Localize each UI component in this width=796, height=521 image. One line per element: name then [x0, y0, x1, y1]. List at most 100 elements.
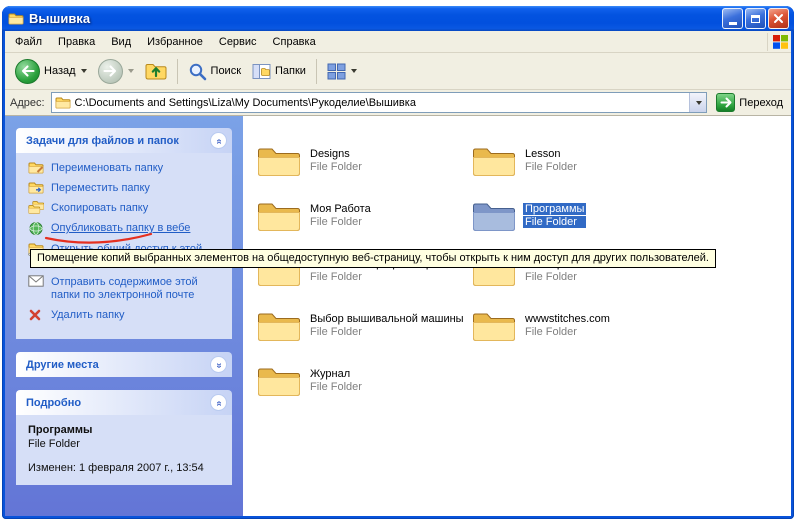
address-input[interactable]: C:\Documents and Settings\Liza\My Docume… — [75, 97, 686, 109]
details-item-modified: Изменен: 1 февраля 2007 г., 13:54 — [28, 461, 226, 475]
address-bar: Адрес: C:\Documents and Settings\Liza\My… — [5, 90, 791, 116]
folder-icon — [472, 199, 516, 233]
go-label: Переход — [739, 97, 783, 109]
folder-icon — [257, 309, 301, 343]
folder-icon — [257, 364, 301, 398]
folder-name: Программы — [523, 203, 586, 215]
folder-type: File Folder — [523, 161, 579, 173]
task-label: Переименовать папку — [51, 162, 163, 175]
folder-grid: Designs File Folder Lesson File Folder М… — [257, 133, 791, 408]
chevron-down-icon: » — [214, 362, 224, 367]
folder-type: File Folder — [308, 326, 466, 338]
task-item[interactable]: Опубликовать папку в вебе — [28, 222, 226, 236]
chevron-up-icon: « — [214, 138, 224, 143]
task-label: Опубликовать папку в вебе — [51, 222, 190, 235]
folder-type: File Folder — [523, 271, 599, 283]
delete-icon — [28, 308, 45, 322]
task-item[interactable]: Скопировать папку — [28, 202, 226, 215]
other-places-panel: Другие места » — [16, 352, 232, 377]
folder-name: Designs — [308, 148, 364, 160]
views-dropdown-icon[interactable] — [351, 69, 357, 73]
title-bar[interactable]: Вышивка — [2, 6, 794, 31]
folder-type: File Folder — [523, 326, 612, 338]
back-icon — [15, 59, 40, 84]
back-button[interactable]: Назад — [10, 56, 92, 87]
desktop: Вышивка ФайлПравкаВидИзбранноеСервисСпра… — [0, 0, 796, 521]
search-button[interactable]: Поиск — [183, 59, 246, 84]
folder-tile[interactable]: wwwstitches.com File Folder — [472, 298, 612, 353]
folder-tile[interactable]: Выбор вышивальной машины File Folder — [257, 298, 466, 353]
folder-move-icon — [28, 181, 45, 194]
tooltip: Помещение копий выбранных элементов на о… — [30, 249, 716, 268]
details-item-name: Программы — [28, 424, 226, 436]
address-label: Адрес: — [10, 97, 45, 109]
file-folder-tasks-panel: Задачи для файлов и папок « Переименоват… — [16, 128, 232, 339]
folders-label: Папки — [275, 65, 306, 77]
task-item[interactable]: Переименовать папку — [28, 162, 226, 175]
views-button[interactable] — [322, 60, 362, 83]
folders-button[interactable]: Папки — [247, 60, 311, 83]
details-panel: Подробно « Программы File Folder Изменен… — [16, 390, 232, 485]
window-title: Вышивка — [29, 11, 717, 26]
folder-icon — [257, 144, 301, 178]
other-places-header[interactable]: Другие места » — [16, 352, 232, 377]
menu-item[interactable]: Сервис — [211, 32, 265, 52]
menu-item[interactable]: Вид — [103, 32, 139, 52]
task-item[interactable]: Переместить папку — [28, 182, 226, 195]
collapse-button[interactable]: « — [210, 394, 227, 411]
menu-bar: ФайлПравкаВидИзбранноеСервисСправка — [5, 31, 791, 53]
address-dropdown-button[interactable] — [689, 93, 706, 112]
close-button[interactable] — [768, 8, 789, 29]
folder-content-area[interactable]: Designs File Folder Lesson File Folder М… — [243, 116, 791, 516]
menu-item[interactable]: Справка — [265, 32, 324, 52]
folder-icon — [472, 309, 516, 343]
folder-tile[interactable]: Lesson File Folder — [472, 133, 579, 188]
forward-dropdown-icon[interactable] — [128, 69, 134, 73]
details-panel-body: Программы File Folder Изменен: 1 февраля… — [16, 415, 232, 485]
folder-name: wwwstitches.com — [523, 313, 612, 325]
folder-tile[interactable]: Журнал File Folder — [257, 353, 364, 408]
folder-type: File Folder — [308, 381, 364, 393]
task-label: Удалить папку — [51, 309, 125, 322]
folder-name: Выбор вышивальной машины — [308, 313, 466, 325]
maximize-icon — [751, 15, 760, 23]
up-folder-icon — [145, 61, 167, 81]
menu-item[interactable]: Избранное — [139, 32, 211, 52]
folder-icon — [257, 199, 301, 233]
folder-icon — [472, 144, 516, 178]
menu-item[interactable]: Правка — [50, 32, 103, 52]
views-icon — [327, 63, 346, 80]
folder-name: Моя Работа — [308, 203, 373, 215]
search-icon — [188, 62, 207, 81]
details-panel-header[interactable]: Подробно « — [16, 390, 232, 415]
tasks-panel-header[interactable]: Задачи для файлов и папок « — [16, 128, 232, 153]
details-item-type: File Folder — [28, 438, 226, 450]
window-body: ФайлПравкаВидИзбранноеСервисСправка Наза… — [5, 31, 791, 516]
task-item[interactable]: Отправить содержимое этой папки по элект… — [28, 276, 226, 302]
folder-tile[interactable]: Моя Работа File Folder — [257, 188, 373, 243]
windows-logo-icon — [767, 33, 789, 51]
go-button[interactable]: Переход — [713, 91, 786, 114]
folder-tile[interactable]: Программы File Folder — [472, 188, 586, 243]
menubar-items: ФайлПравкаВидИзбранноеСервисСправка — [7, 32, 324, 52]
close-icon — [773, 13, 784, 24]
tasks-panel-title: Задачи для файлов и папок — [26, 135, 179, 147]
forward-button[interactable] — [93, 56, 139, 87]
menu-item[interactable]: Файл — [7, 32, 50, 52]
collapse-button[interactable]: « — [210, 132, 227, 149]
task-label: Переместить папку — [51, 182, 150, 195]
address-combo[interactable]: C:\Documents and Settings\Liza\My Docume… — [51, 92, 708, 113]
details-panel-title: Подробно — [26, 397, 81, 409]
minimize-icon — [729, 22, 737, 25]
expand-button[interactable]: » — [210, 356, 227, 373]
task-item[interactable]: Удалить папку — [28, 309, 226, 322]
maximize-button[interactable] — [745, 8, 766, 29]
forward-icon — [98, 59, 123, 84]
folder-type: File Folder — [308, 271, 472, 283]
back-dropdown-icon[interactable] — [81, 69, 87, 73]
folder-tile[interactable]: Designs File Folder — [257, 133, 364, 188]
address-folder-icon — [55, 96, 71, 109]
window-folder-icon — [8, 12, 24, 26]
minimize-button[interactable] — [722, 8, 743, 29]
up-button[interactable] — [140, 58, 172, 84]
